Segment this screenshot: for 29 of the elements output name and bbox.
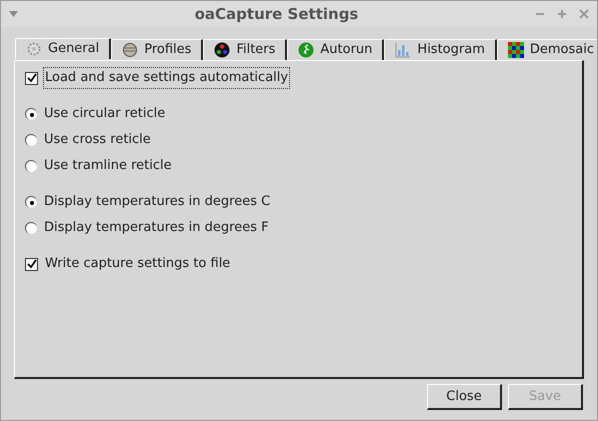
mosaic-icon	[508, 42, 524, 58]
option-label[interactable]: Use tramline reticle	[42, 155, 174, 177]
radio-button[interactable]	[25, 196, 37, 208]
planet-icon	[122, 42, 138, 58]
tab[interactable]: Histogram	[384, 39, 497, 60]
window-menu-icon[interactable]	[9, 11, 18, 17]
option-label[interactable]: Write capture settings to file	[43, 253, 232, 275]
tab[interactable]: General	[15, 38, 112, 59]
checkbox[interactable]	[25, 72, 38, 84]
tab[interactable]: Profiles	[111, 39, 204, 60]
option-label[interactable]: Use cross reticle	[42, 129, 153, 151]
radio-button[interactable]	[25, 108, 37, 120]
checkbox[interactable]	[25, 258, 38, 270]
tab[interactable]: Demosaic	[496, 39, 597, 60]
option-label[interactable]: Use circular reticle	[42, 103, 168, 125]
color-wheel-icon	[214, 42, 230, 58]
radio-button[interactable]	[25, 222, 37, 234]
tab[interactable]: Autorun	[287, 39, 384, 60]
option-label[interactable]: Display temperatures in degrees F	[42, 217, 271, 239]
gear-icon	[26, 41, 42, 57]
dialog-button[interactable]: Close	[427, 384, 502, 410]
option-label[interactable]: Display temperatures in degrees C	[42, 191, 272, 213]
window-title: oaCapture Settings	[194, 4, 360, 25]
radio-button[interactable]	[25, 134, 37, 146]
tab[interactable]: Filters	[203, 39, 288, 60]
option-label[interactable]: Load and save settings automatically	[43, 67, 290, 89]
runner-icon	[298, 42, 314, 58]
bar-chart-icon	[395, 42, 412, 58]
radio-button[interactable]	[25, 160, 37, 172]
